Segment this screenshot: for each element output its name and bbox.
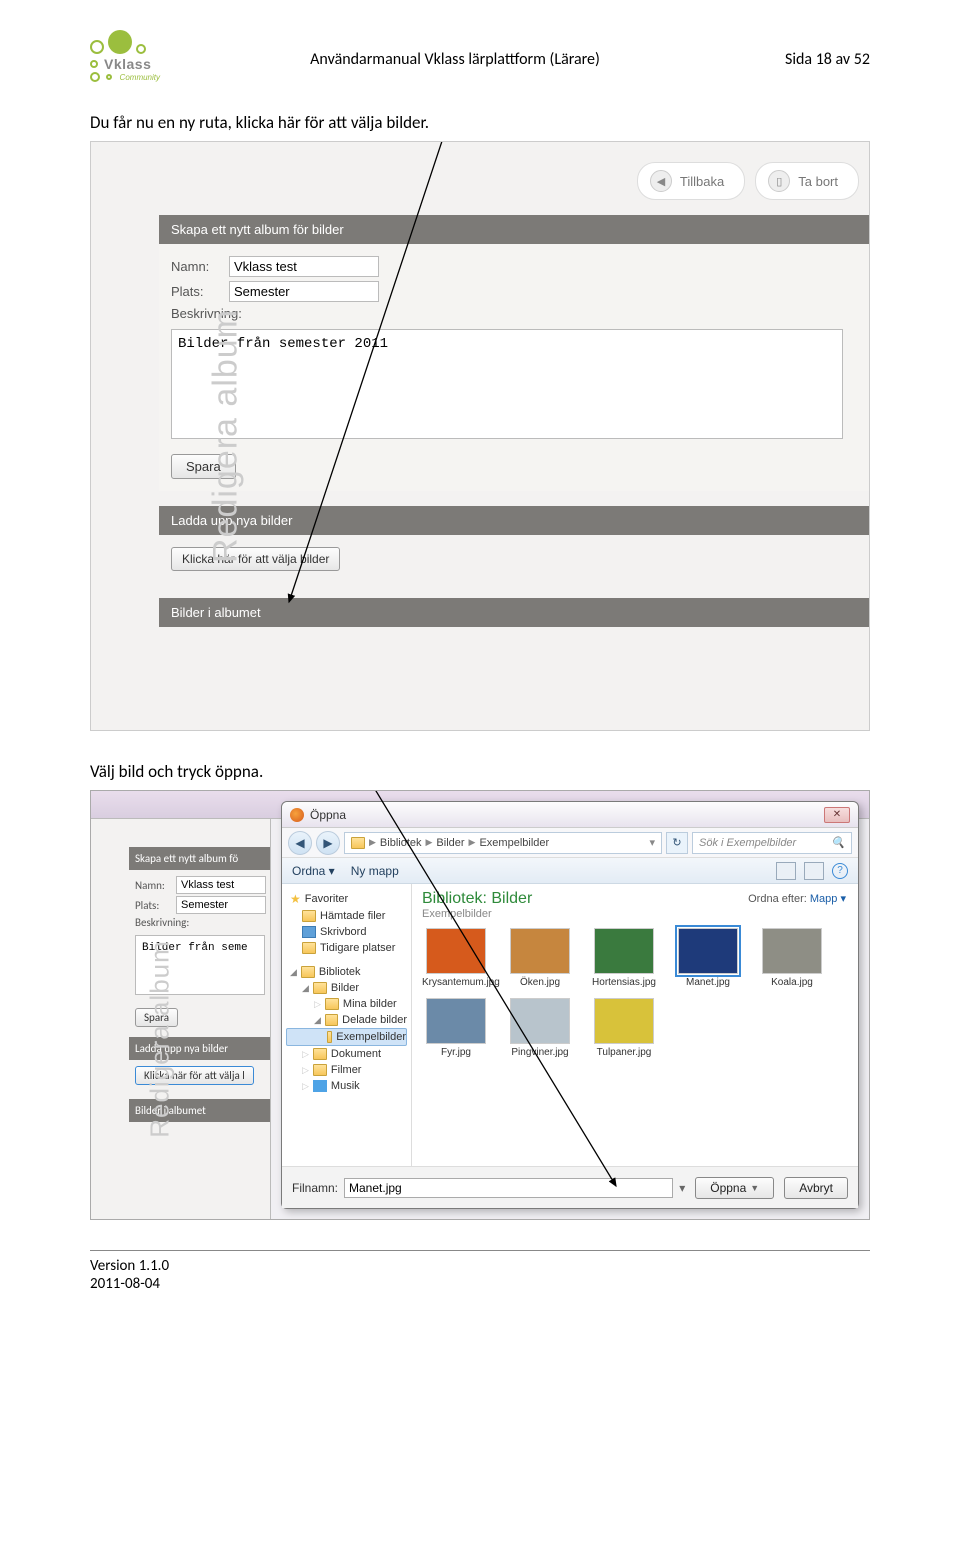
search-input[interactable]: Sök i Exempelbilder 🔍 [692,832,852,854]
thumbnail-grid: Krysantemum.jpg Öken.jpg Hortensias.jpg Man… [422,928,848,1058]
left-pane: Redigera album Skapa ett nytt album fö N… [91,819,271,1219]
tree-music: Musik [331,1080,360,1092]
desc-textarea[interactable]: Bilder från semester 2011 [171,329,843,439]
logo: Vklass Community [90,30,160,82]
trash-icon: ▯ [768,170,790,192]
tree-libraries: Bibliotek [319,966,361,978]
preview-pane-button[interactable] [804,862,824,880]
star-icon: ★ [290,892,301,906]
library-subtitle: Exempelbilder [422,908,848,920]
paragraph-2: Välj bild och tryck öppna. [90,761,870,782]
tree-films: Filmer [331,1064,362,1076]
search-icon: 🔍 [831,836,845,849]
vertical-label: Redigera album [207,309,246,563]
screenshot-1: Redigera album ◀ Tillbaka ▯ Ta bort Skap… [90,141,870,731]
section-header-create-2: Skapa ett nytt album fö [129,847,270,870]
page-header: Vklass Community Användarmanual Vklass l… [90,30,870,82]
tree-favorites: Favoriter [305,893,348,905]
paragraph-1: Du får nu en ny ruta, klicka här för att… [90,112,870,133]
filename-input[interactable] [344,1178,673,1198]
thumbnail[interactable]: Hortensias.jpg [590,928,658,988]
libraries-icon [301,966,315,978]
folder-icon [302,942,316,954]
breadcrumb-0: Bibliotek [380,837,422,849]
folder-icon [325,1014,338,1026]
tree-mypics: Mina bilder [343,998,397,1010]
nav-back-button[interactable]: ◀ [288,831,312,855]
vertical-label-2: Redigera album [144,940,175,1138]
place-label: Plats: [171,284,223,299]
folder-icon [351,837,365,849]
place-input[interactable] [229,281,379,302]
folder-icon [327,1031,332,1043]
thumbnail[interactable]: Manet.jpg [674,928,742,988]
nav-forward-button[interactable]: ▶ [316,831,340,855]
folder-icon [313,982,327,994]
delete-button[interactable]: ▯ Ta bort [755,162,859,200]
tree-sample: Exempelbilder [336,1031,406,1043]
section-header-upload: Ladda upp nya bilder [159,506,869,535]
screenshot-2: Redigera album Skapa ett nytt album fö N… [90,790,870,1220]
thumbnail[interactable]: Tulpaner.jpg [590,998,658,1058]
view-mode-button[interactable] [776,862,796,880]
open-button[interactable]: Öppna▼ [695,1177,774,1199]
tree-docs: Dokument [331,1048,381,1060]
cancel-button[interactable]: Avbryt [784,1177,848,1199]
footer-date: 2011-08-04 [90,1275,870,1293]
header-title: Användarmanual Vklass lärplattform (Lära… [160,30,750,69]
tree-shared: Delade bilder [342,1014,407,1026]
tree-desktop: Skrivbord [320,926,366,938]
firefox-icon [290,808,304,822]
section-header-create: Skapa ett nytt album för bilder [159,215,869,244]
thumbnail[interactable]: Koala.jpg [758,928,826,988]
folder-icon [325,998,339,1010]
new-folder-button[interactable]: Ny mapp [351,864,399,878]
folder-tree[interactable]: ★ Favoriter Hämtade filer Skrivbord Tidig… [282,884,412,1166]
refresh-button[interactable]: ↻ [666,832,688,854]
pick-files-button[interactable]: Klicka här för att välja bilder [171,547,340,571]
close-button[interactable]: ✕ [824,807,850,823]
thumbnail[interactable]: Fyr.jpg [422,998,490,1058]
open-file-dialog: Öppna ✕ ◀ ▶ ▶Bibliotek ▶Bilder ▶Exempelb… [281,801,859,1209]
delete-button-label: Ta bort [798,174,838,189]
back-button[interactable]: ◀ Tillbaka [637,162,745,200]
tree-downloads: Hämtade filer [320,910,385,922]
thumbnail[interactable]: Öken.jpg [506,928,574,988]
name-label: Namn: [171,259,223,274]
search-placeholder: Sök i Exempelbilder [699,837,796,849]
folder-icon [313,1048,327,1060]
dialog-title: Öppna [310,808,346,822]
name-input-2[interactable] [176,876,266,894]
back-button-label: Tillbaka [680,174,724,189]
breadcrumb-1: Bilder [436,837,464,849]
thumbnail[interactable]: Krysantemum.jpg [422,928,490,988]
name-input[interactable] [229,256,379,277]
folder-icon [302,910,316,922]
desktop-icon [302,926,316,938]
section-header-inalbum: Bilder i albumet [159,598,869,627]
arrow-left-icon: ◀ [650,170,672,192]
name-label-2: Namn: [135,879,170,892]
filename-label: Filnamn: [292,1181,338,1195]
organize-menu[interactable]: Ordna ▾ [292,864,335,878]
page-footer: Version 1.1.0 2011-08-04 [90,1250,870,1293]
help-icon[interactable]: ? [832,863,848,879]
sort-control[interactable]: Ordna efter: Mapp ▾ [748,892,846,905]
thumbnail[interactable]: Pingviner.jpg [506,998,574,1058]
place-input-2[interactable] [176,896,266,914]
desc-label-2: Beskrivning: [135,916,189,929]
breadcrumb-2: Exempelbilder [479,837,549,849]
folder-icon [313,1064,327,1076]
footer-version: Version 1.1.0 [90,1257,870,1275]
place-label-2: Plats: [135,899,170,912]
breadcrumb[interactable]: ▶Bibliotek ▶Bilder ▶Exempelbilder ▾ [344,832,662,854]
tree-recent: Tidigare platser [320,942,395,954]
page-number: Sida 18 av 52 [750,30,870,69]
tree-pictures: Bilder [331,982,359,994]
music-icon [313,1080,327,1092]
